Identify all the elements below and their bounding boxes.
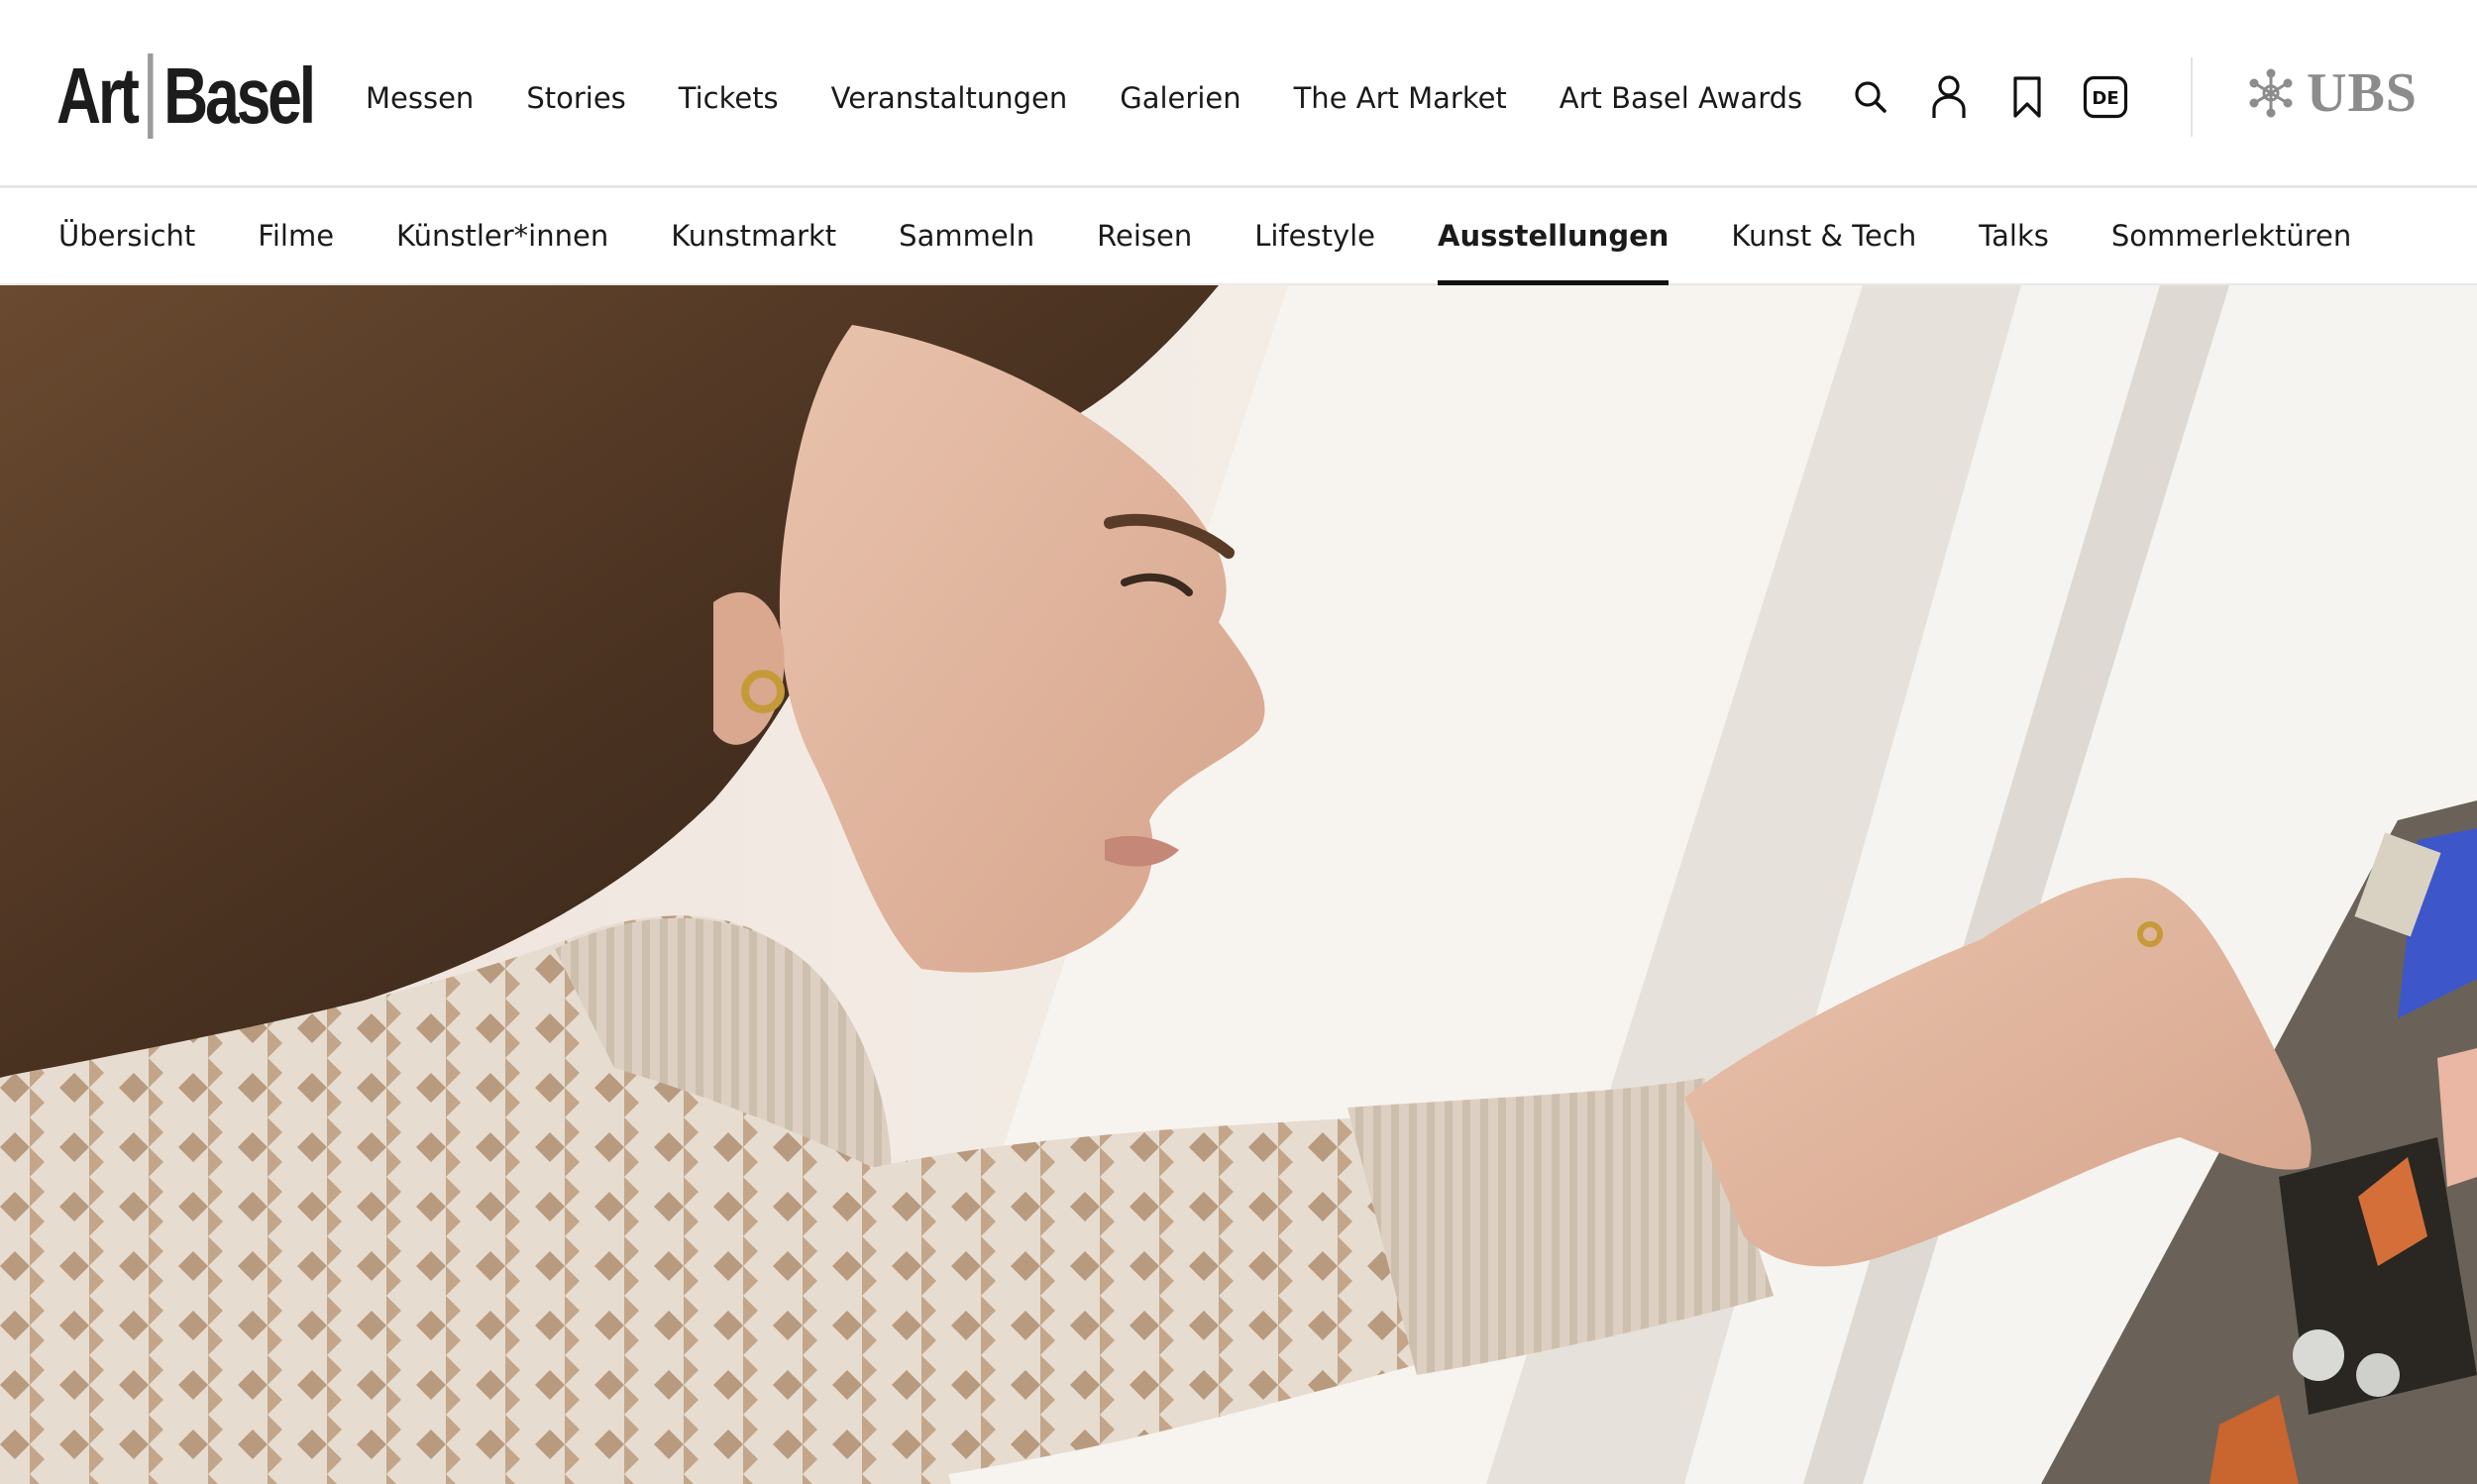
subnav-item-ausstellungen[interactable]: Ausstellungen [1438,188,1669,285]
language-badge: DE [2083,75,2128,119]
logo-divider [147,53,154,139]
account-button[interactable] [1921,69,1977,125]
logo-word-art: Art [56,52,140,140]
search-button[interactable] [1843,69,1898,125]
language-code: DE [2092,88,2118,109]
nav-item-stories[interactable]: Stories [526,81,625,115]
stories-subnav: Übersicht Filme Künstler*innen Kunstmark… [0,188,2477,285]
logo-word-basel: Basel [163,52,316,140]
art-basel-logo[interactable]: Art Basel [56,52,316,141]
subnav-item-sammeln[interactable]: Sammeln [899,188,1034,283]
nav-item-galerien[interactable]: Galerien [1120,81,1240,115]
nav-item-the-art-market[interactable]: The Art Market [1294,81,1507,115]
header-divider [2191,57,2193,137]
bookmark-icon [2013,76,2041,118]
nav-item-messen[interactable]: Messen [366,81,474,115]
subnav-item-lifestyle[interactable]: Lifestyle [1254,188,1375,283]
subnav-item-reisen[interactable]: Reisen [1097,188,1192,283]
user-icon [1932,75,1966,118]
ubs-partner-logo[interactable]: UBS [2245,61,2418,125]
search-icon [1855,81,1886,113]
ubs-wordmark: UBS [2307,62,2418,124]
header-tools: DE [1843,69,2133,125]
subnav-item-talks[interactable]: Talks [1979,188,2049,283]
nav-item-tickets[interactable]: Tickets [679,81,779,115]
bookmark-button[interactable] [1999,69,2055,125]
language-switcher[interactable]: DE [2078,69,2133,125]
subnav-item-filme[interactable]: Filme [258,188,334,283]
main-nav: Messen Stories Tickets Veranstaltungen G… [366,81,1855,115]
subnav-item-kuenstlerinnen[interactable]: Künstler*innen [396,188,608,283]
subnav-item-kunstmarkt[interactable]: Kunstmarkt [671,188,836,283]
subnav-item-uebersicht[interactable]: Übersicht [58,188,195,283]
nav-item-art-basel-awards[interactable]: Art Basel Awards [1560,81,1802,115]
hero-image [0,285,2477,1484]
nav-item-veranstaltungen[interactable]: Veranstaltungen [831,81,1068,115]
artist-hanging-collage-photo [0,285,2477,1484]
subnav-item-sommerlektueren[interactable]: Sommerlektüren [2111,188,2351,283]
subnav-item-kunst-tech[interactable]: Kunst & Tech [1731,188,1916,283]
site-header: Art Basel Messen Stories Tickets Veranst… [0,0,2477,188]
ubs-keys-icon [2249,68,2293,118]
